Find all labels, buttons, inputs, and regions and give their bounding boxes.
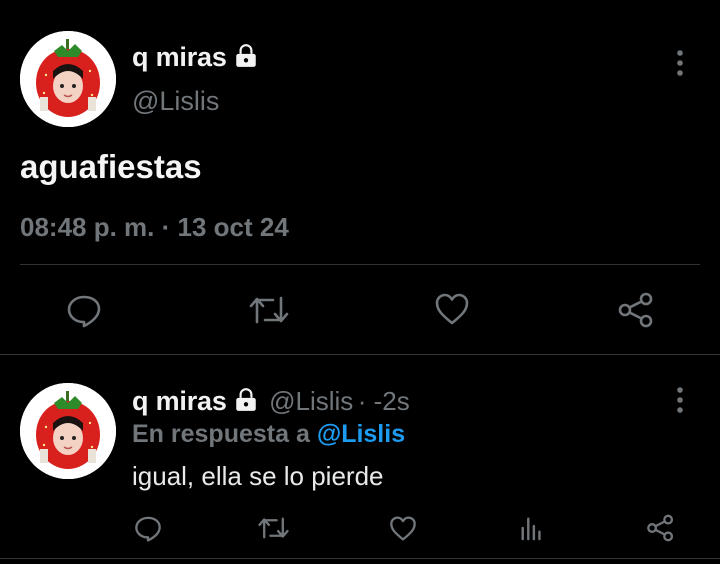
reply-reply-icon[interactable] bbox=[134, 514, 162, 542]
reply-share-icon[interactable] bbox=[646, 514, 675, 542]
timestamp[interactable]: 08:48 p. m. · 13 oct 24 bbox=[20, 212, 289, 243]
share-icon[interactable] bbox=[617, 292, 655, 328]
reply-more-icon[interactable] bbox=[672, 385, 688, 415]
tweet-text: aguafiestas bbox=[20, 148, 202, 185]
more-icon[interactable] bbox=[672, 48, 688, 78]
main-name-row: q miras bbox=[132, 42, 259, 73]
views-icon[interactable] bbox=[519, 514, 545, 542]
display-name[interactable]: q miras bbox=[132, 42, 227, 72]
reply-icon[interactable] bbox=[66, 292, 102, 328]
handle[interactable]: @Lislis bbox=[132, 86, 219, 117]
reply-avatar[interactable] bbox=[20, 383, 116, 479]
reply-like-icon[interactable] bbox=[389, 515, 417, 542]
like-icon[interactable] bbox=[434, 292, 470, 326]
reply-retweet-icon[interactable] bbox=[258, 514, 289, 542]
reply-display-name[interactable]: q miras bbox=[132, 386, 227, 416]
bottom-divider bbox=[0, 558, 720, 559]
section-divider bbox=[0, 354, 720, 355]
retweet-icon[interactable] bbox=[249, 292, 289, 328]
reply-age: · -2s bbox=[357, 386, 410, 416]
lock-icon bbox=[233, 387, 259, 413]
lock-icon bbox=[233, 43, 259, 69]
avatar-strawberry-image bbox=[20, 383, 116, 479]
reply-text: igual, ella se lo pierde bbox=[132, 461, 384, 491]
replying-to: En respuesta a @Lislis bbox=[132, 420, 405, 449]
reply-header-row: q miras @Lislis · -2s bbox=[132, 386, 410, 417]
divider bbox=[20, 264, 700, 265]
avatar[interactable] bbox=[20, 31, 116, 127]
replying-mention-link[interactable]: @Lislis bbox=[317, 420, 405, 448]
replying-prefix: En respuesta a bbox=[132, 420, 310, 448]
reply-handle[interactable]: @Lislis bbox=[269, 386, 353, 416]
avatar-strawberry-image bbox=[20, 31, 116, 127]
